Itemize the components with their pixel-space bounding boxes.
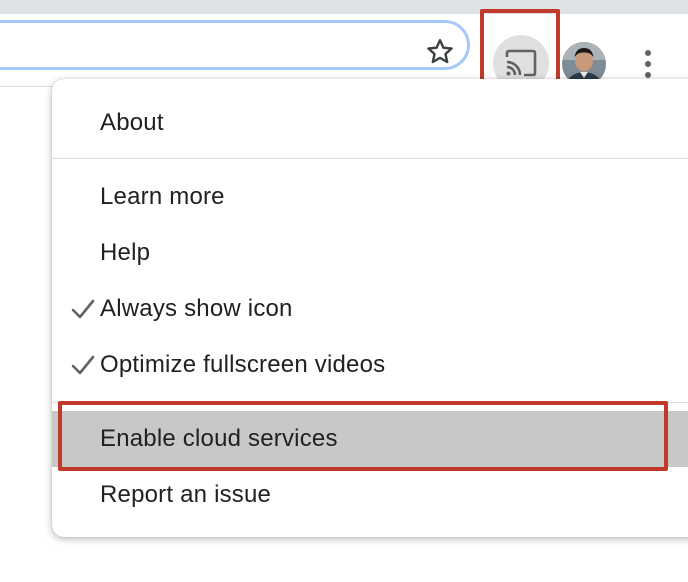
menu-separator (52, 158, 688, 159)
menu-item-label: Always show icon (100, 295, 293, 322)
checkmark-icon (71, 299, 95, 319)
menu-item-label: Help (100, 239, 151, 266)
menu-item-label: About (100, 109, 164, 136)
browser-tab-strip (0, 0, 688, 14)
menu-item-about[interactable]: About (52, 95, 688, 151)
menu-dot (645, 50, 651, 56)
menu-item-report-an-issue[interactable]: Report an issue (52, 467, 688, 523)
checkmark-icon (71, 355, 95, 375)
menu-item-always-show-icon[interactable]: Always show icon (52, 281, 688, 337)
menu-item-label: Learn more (100, 183, 225, 210)
menu-item-learn-more[interactable]: Learn more (52, 169, 688, 225)
menu-dot (645, 72, 651, 78)
bookmark-star-icon[interactable] (424, 36, 456, 68)
menu-item-label: Optimize fullscreen videos (100, 351, 386, 378)
address-bar[interactable] (0, 20, 470, 70)
enable-cloud-services-callout (58, 401, 668, 471)
chrome-menu-button[interactable] (634, 44, 662, 84)
menu-item-help[interactable]: Help (52, 225, 688, 281)
browser-toolbar (0, 14, 688, 91)
menu-item-label: Report an issue (100, 481, 272, 508)
menu-item-optimize-fullscreen-videos[interactable]: Optimize fullscreen videos (52, 337, 688, 393)
cast-button-callout (480, 9, 560, 90)
menu-dot (645, 61, 651, 67)
